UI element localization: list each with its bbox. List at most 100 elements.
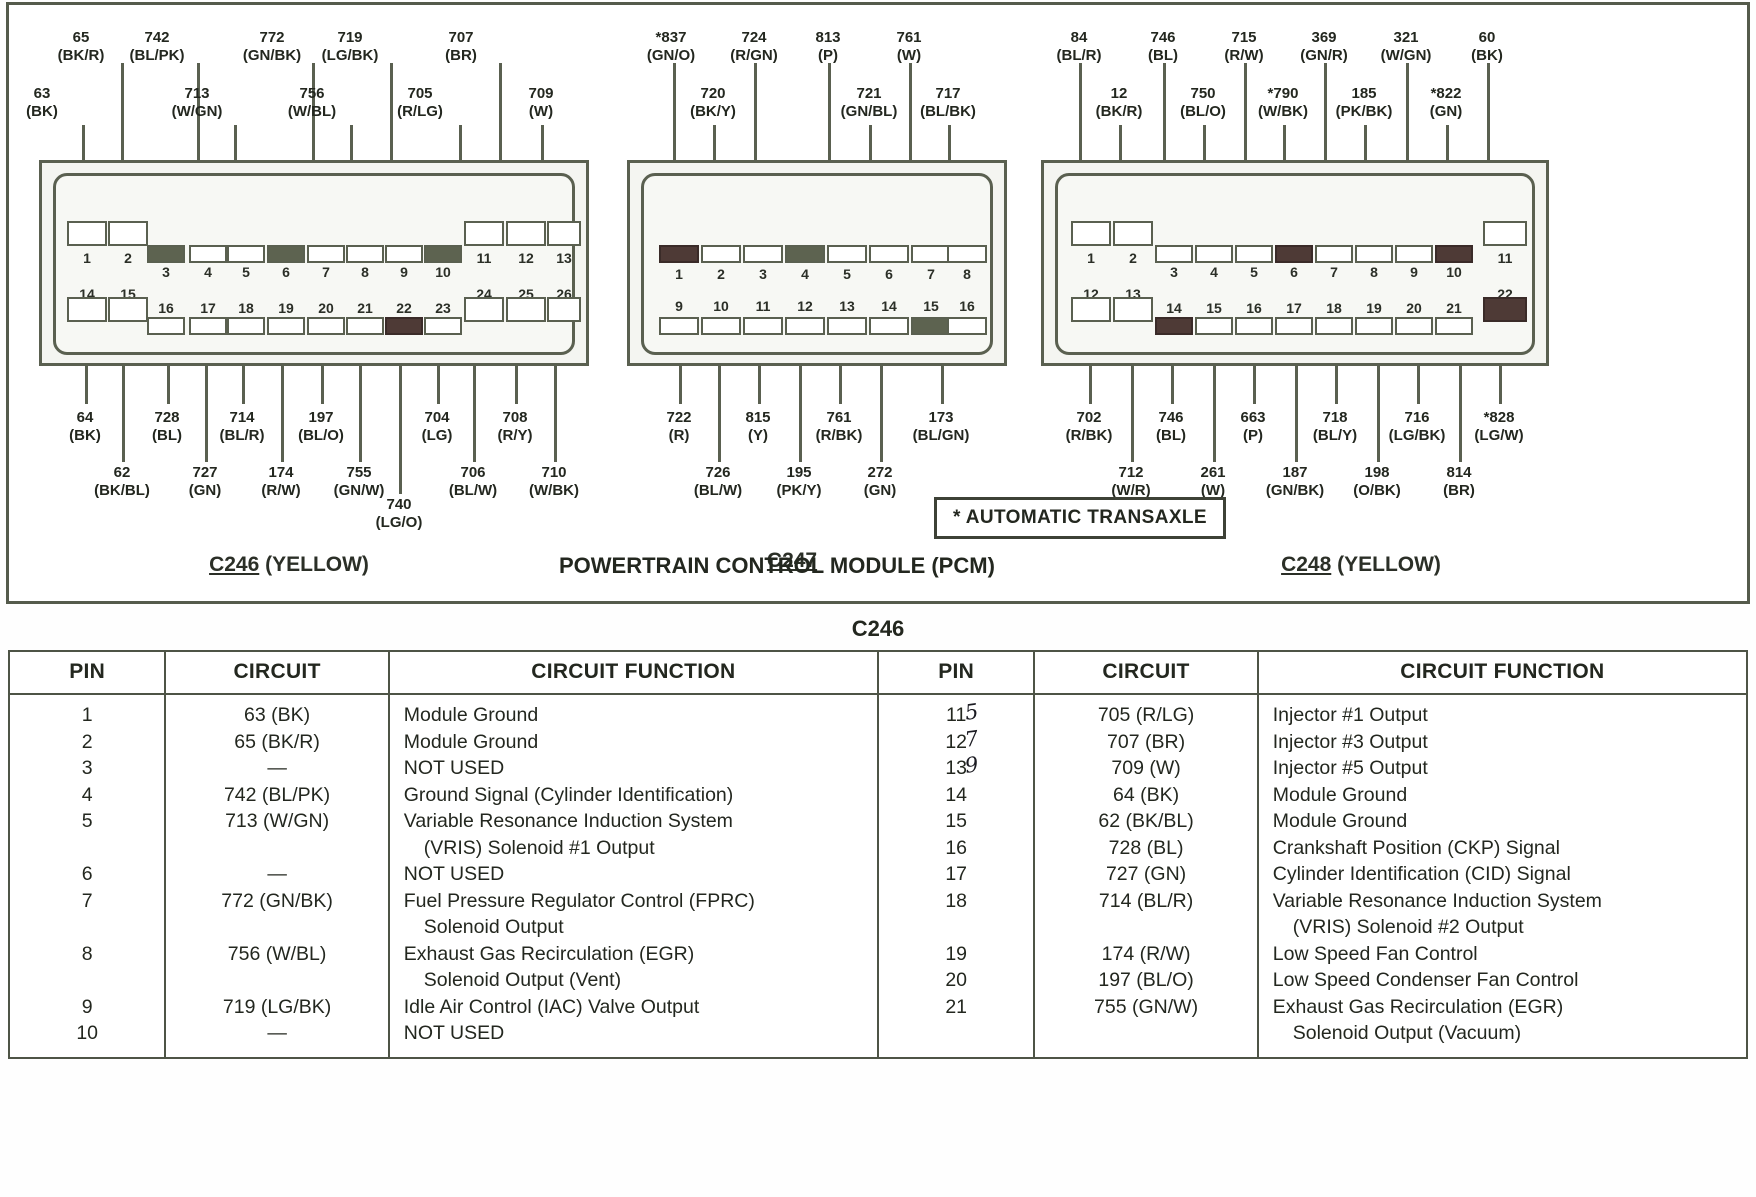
pin-cavity[interactable] (743, 317, 783, 335)
wire-code: 705 (407, 85, 433, 102)
pin-cavity[interactable] (147, 245, 185, 263)
table-pin-cell: 7 (81, 889, 93, 912)
pin-cavity[interactable] (1071, 221, 1111, 246)
pin-cavity[interactable] (267, 317, 305, 335)
pin-cavity[interactable] (424, 317, 462, 335)
pin-cavity[interactable] (147, 317, 185, 335)
pin-cavity[interactable] (67, 221, 107, 246)
pin-cavity[interactable] (506, 221, 546, 246)
pin-cavity[interactable] (547, 297, 581, 322)
pin-cavity[interactable] (911, 245, 951, 263)
pin-cavity[interactable] (189, 245, 227, 263)
pin-cavity[interactable] (227, 245, 265, 263)
pin-cavity[interactable] (1155, 317, 1193, 335)
pin-number: 9 (675, 298, 683, 314)
pin-cavity[interactable] (1155, 245, 1193, 263)
pin-cavity[interactable] (947, 317, 987, 335)
lead-line (673, 63, 676, 161)
pin-cavity[interactable] (108, 221, 148, 246)
lead-line (1487, 63, 1490, 161)
table-pin-cell: 5 (81, 810, 93, 832)
wire-color: (LG) (421, 426, 453, 444)
pin-cavity[interactable] (189, 317, 227, 335)
wire-code: 726 (705, 464, 731, 481)
pin-cavity[interactable] (947, 245, 987, 263)
wire-code: 813 (815, 29, 841, 46)
pin-cavity[interactable] (1113, 297, 1153, 322)
pin-cavity[interactable] (67, 297, 107, 322)
table-circuit-cell: 65 (BK/R) (234, 730, 320, 753)
pin-cavity[interactable] (464, 221, 504, 246)
pin-cavity[interactable] (1195, 245, 1233, 263)
lead-line (828, 63, 831, 161)
lead-line (1499, 366, 1502, 404)
pin-cavity[interactable] (1315, 245, 1353, 263)
pin-cavity[interactable] (1275, 317, 1313, 335)
wire-color: (W/GN) (1380, 46, 1432, 64)
wire-label-c247-bot-4: 173 (BL/GN) (913, 409, 970, 444)
pin-cavity[interactable] (785, 317, 825, 335)
pin-cavity[interactable] (506, 297, 546, 322)
wire-label-c248-top-11: *822 (GN) (1430, 85, 1463, 120)
lead-line (880, 366, 883, 462)
pin-cavity[interactable] (108, 297, 148, 322)
pin-cavity[interactable] (827, 317, 867, 335)
wire-color: (W) (528, 102, 554, 120)
wire-code: 704 (424, 409, 450, 426)
pin-cavity[interactable] (1395, 317, 1433, 335)
lead-line (515, 366, 518, 404)
wire-code: 65 (72, 29, 90, 46)
table-circuit-cell: 707 (BR) (1107, 730, 1186, 753)
pin-cavity[interactable] (701, 317, 741, 335)
pin-cavity[interactable] (307, 317, 345, 335)
pin-cavity[interactable] (1235, 317, 1273, 335)
wire-label-c248-bot-11: 814 (BR) (1443, 464, 1475, 499)
pin-cavity[interactable] (869, 317, 909, 335)
pin-number: 13 (556, 250, 572, 266)
pin-cavity[interactable] (869, 245, 909, 263)
wire-label-c248-top-1: 84 (BL/R) (1057, 29, 1102, 64)
pin-cavity[interactable] (385, 317, 423, 335)
pin-cavity[interactable] (1275, 245, 1313, 263)
table-function-cell: Injector #3 Output (1272, 730, 1428, 753)
pin-cavity[interactable] (743, 245, 783, 263)
wire-color: (BL) (1148, 46, 1178, 64)
pin-cavity[interactable] (1435, 245, 1473, 263)
wire-code: 716 (1404, 409, 1430, 426)
wire-color: (BL/O) (298, 426, 344, 444)
pin-cavity[interactable] (1355, 317, 1393, 335)
wire-code: 728 (154, 409, 180, 426)
wire-code: 756 (299, 85, 325, 102)
pin-cavity[interactable] (1195, 317, 1233, 335)
pin-cavity[interactable] (385, 245, 423, 263)
pin-cavity[interactable] (1355, 245, 1393, 263)
pin-cavity[interactable] (1315, 317, 1353, 335)
pin-number: 8 (963, 266, 971, 282)
pin-number: 4 (204, 264, 212, 280)
pin-cavity[interactable] (659, 317, 699, 335)
pin-cavity[interactable] (267, 245, 305, 263)
pin-cavity[interactable] (307, 245, 345, 263)
pin-cavity[interactable] (1483, 297, 1527, 322)
pin-cavity[interactable] (1113, 221, 1153, 246)
pin-cavity[interactable] (1395, 245, 1433, 263)
pin-cavity[interactable] (911, 317, 951, 335)
table-circuit-cell: 714 (BL/R) (1098, 889, 1194, 912)
pin-cavity[interactable] (424, 245, 462, 263)
pin-cavity[interactable] (785, 245, 825, 263)
pin-cavity[interactable] (1235, 245, 1273, 263)
pin-cavity[interactable] (827, 245, 867, 263)
lead-line (1203, 125, 1206, 161)
pin-cavity[interactable] (1071, 297, 1111, 322)
pin-cavity[interactable] (227, 317, 265, 335)
pin-cavity[interactable] (346, 245, 384, 263)
pin-cavity[interactable] (547, 221, 581, 246)
pin-cavity[interactable] (346, 317, 384, 335)
pin-cavity[interactable] (659, 245, 699, 263)
pin-cavity[interactable] (701, 245, 741, 263)
wire-code: 814 (1446, 464, 1472, 481)
pin-cavity[interactable] (1435, 317, 1473, 335)
table-circuit-cell: 772 (GN/BK) (221, 889, 333, 912)
pin-cavity[interactable] (1483, 221, 1527, 246)
pin-cavity[interactable] (464, 297, 504, 322)
